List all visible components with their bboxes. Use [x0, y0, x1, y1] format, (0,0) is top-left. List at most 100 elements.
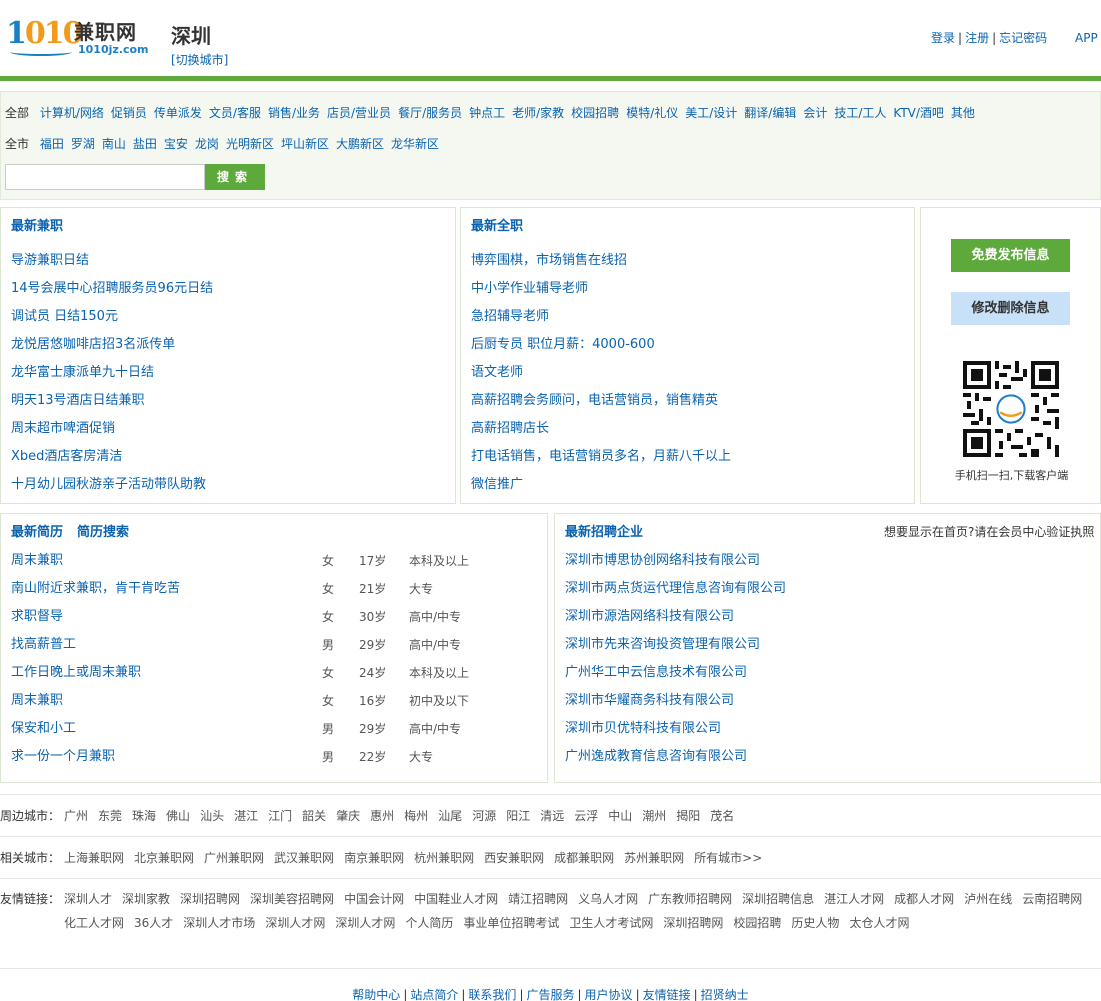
- district-link[interactable]: 龙华新区: [391, 137, 439, 151]
- company-link[interactable]: 深圳市两点货运代理信息咨询有限公司: [565, 575, 786, 603]
- related-city-link[interactable]: 杭州兼职网: [414, 846, 474, 870]
- friend-link[interactable]: 深圳招聘信息: [742, 887, 814, 911]
- category-link[interactable]: 销售/业务: [268, 106, 320, 120]
- fulltime-job-link[interactable]: 打电话销售，电话营销员多名，月薪八千以上: [471, 443, 731, 471]
- nearby-city-link[interactable]: 中山: [608, 804, 632, 828]
- district-link[interactable]: 南山: [102, 137, 126, 151]
- district-link[interactable]: 龙岗: [195, 137, 219, 151]
- fulltime-job-link[interactable]: 博弈围棋，市场销售在线招: [471, 247, 731, 275]
- nearby-city-link[interactable]: 茂名: [710, 804, 734, 828]
- category-link[interactable]: 校园招聘: [571, 106, 619, 120]
- category-link[interactable]: 老师/家教: [512, 106, 564, 120]
- resume-title-link[interactable]: 周末兼职: [11, 687, 63, 715]
- friend-link[interactable]: 深圳人才网: [335, 911, 395, 935]
- fulltime-job-link[interactable]: 高薪招聘会务顾问，电话营销员，销售精英: [471, 387, 731, 415]
- company-link[interactable]: 深圳市源浩网络科技有限公司: [565, 603, 786, 631]
- friend-link[interactable]: 泸州在线: [964, 887, 1012, 911]
- related-city-link[interactable]: 西安兼职网: [484, 846, 544, 870]
- related-city-link[interactable]: 南京兼职网: [344, 846, 404, 870]
- site-logo[interactable]: 1010 兼职网 1010jz.com: [6, 18, 156, 58]
- district-all[interactable]: 全市: [5, 137, 29, 151]
- friend-link[interactable]: 成都人才网: [894, 887, 954, 911]
- forgot-password-link[interactable]: 忘记密码: [999, 31, 1047, 45]
- district-link[interactable]: 罗湖: [71, 137, 95, 151]
- bottom-nav-link[interactable]: 招贤纳士: [701, 988, 749, 1001]
- parttime-job-link[interactable]: 十月幼儿园秋游亲子活动带队助教: [11, 471, 213, 499]
- friend-link[interactable]: 36人才: [134, 911, 173, 935]
- switch-city-link[interactable]: [切换城市]: [171, 53, 228, 67]
- friend-link[interactable]: 个人简历: [405, 911, 453, 935]
- friend-link[interactable]: 中国会计网: [344, 887, 404, 911]
- company-link[interactable]: 深圳市华耀商务科技有限公司: [565, 687, 786, 715]
- friend-link[interactable]: 化工人才网: [64, 911, 124, 935]
- parttime-job-link[interactable]: Xbed酒店客房清洁: [11, 443, 213, 471]
- friend-link[interactable]: 深圳家教: [122, 887, 170, 911]
- parttime-job-link[interactable]: 龙华富士康派单九十日结: [11, 359, 213, 387]
- nearby-city-link[interactable]: 揭阳: [676, 804, 700, 828]
- company-link[interactable]: 广州华工中云信息技术有限公司: [565, 659, 786, 687]
- company-link[interactable]: 深圳市博思协创网络科技有限公司: [565, 547, 786, 575]
- fulltime-job-link[interactable]: 微信推广: [471, 471, 731, 499]
- friend-link[interactable]: 深圳人才: [64, 887, 112, 911]
- nearby-city-link[interactable]: 珠海: [132, 804, 156, 828]
- related-city-link[interactable]: 苏州兼职网: [624, 846, 684, 870]
- company-link[interactable]: 深圳市贝优特科技有限公司: [565, 715, 786, 743]
- district-link[interactable]: 宝安: [164, 137, 188, 151]
- nearby-city-link[interactable]: 广州: [64, 804, 88, 828]
- resume-title-link[interactable]: 周末兼职: [11, 547, 63, 575]
- bottom-nav-link[interactable]: 帮助中心: [352, 988, 400, 1001]
- friend-link[interactable]: 历史人物: [791, 911, 839, 935]
- nearby-city-link[interactable]: 肇庆: [336, 804, 360, 828]
- bottom-nav-link[interactable]: 广告服务: [526, 988, 574, 1001]
- nearby-city-link[interactable]: 湛江: [234, 804, 258, 828]
- category-link[interactable]: 其他: [951, 106, 975, 120]
- parttime-job-link[interactable]: 导游兼职日结: [11, 247, 213, 275]
- friend-link[interactable]: 深圳人才市场: [183, 911, 255, 935]
- friend-link[interactable]: 湛江人才网: [824, 887, 884, 911]
- search-button[interactable]: 搜索: [205, 164, 265, 190]
- login-link[interactable]: 登录: [931, 31, 955, 45]
- resume-title-link[interactable]: 求一份一个月兼职: [11, 743, 115, 771]
- district-link[interactable]: 坪山新区: [281, 137, 329, 151]
- related-city-link[interactable]: 广州兼职网: [204, 846, 264, 870]
- category-link[interactable]: 技工/工人: [834, 106, 886, 120]
- nearby-city-link[interactable]: 东莞: [98, 804, 122, 828]
- category-link[interactable]: 模特/礼仪: [626, 106, 678, 120]
- latest-resumes-link[interactable]: 最新简历: [11, 525, 63, 540]
- fulltime-job-link[interactable]: 语文老师: [471, 359, 731, 387]
- nearby-city-link[interactable]: 江门: [268, 804, 292, 828]
- nearby-city-link[interactable]: 潮州: [642, 804, 666, 828]
- related-city-link[interactable]: 北京兼职网: [134, 846, 194, 870]
- nearby-city-link[interactable]: 阳江: [506, 804, 530, 828]
- category-link[interactable]: KTV/酒吧: [893, 106, 944, 120]
- bottom-nav-link[interactable]: 友情链接: [643, 988, 691, 1001]
- nearby-city-link[interactable]: 佛山: [166, 804, 190, 828]
- fulltime-job-link[interactable]: 后厨专员 职位月薪：4000-600: [471, 331, 731, 359]
- category-link[interactable]: 钟点工: [469, 106, 505, 120]
- friend-link[interactable]: 靖江招聘网: [508, 887, 568, 911]
- friend-link[interactable]: 深圳招聘网: [663, 911, 723, 935]
- nearby-city-link[interactable]: 云浮: [574, 804, 598, 828]
- register-link[interactable]: 注册: [965, 31, 989, 45]
- fulltime-job-link[interactable]: 高薪招聘店长: [471, 415, 731, 443]
- fulltime-job-link[interactable]: 中小学作业辅导老师: [471, 275, 731, 303]
- search-input[interactable]: [5, 164, 205, 190]
- friend-link[interactable]: 深圳招聘网: [180, 887, 240, 911]
- related-city-link[interactable]: 武汉兼职网: [274, 846, 334, 870]
- company-link[interactable]: 广州逸成教育信息咨询有限公司: [565, 743, 786, 771]
- app-link[interactable]: APP: [1075, 31, 1098, 45]
- resume-title-link[interactable]: 求职督导: [11, 603, 63, 631]
- friend-link[interactable]: 义乌人才网: [578, 887, 638, 911]
- category-link[interactable]: 促销员: [111, 106, 147, 120]
- friend-link[interactable]: 云南招聘网: [1022, 887, 1082, 911]
- nearby-city-link[interactable]: 清远: [540, 804, 564, 828]
- parttime-job-link[interactable]: 周末超市啤酒促销: [11, 415, 213, 443]
- category-link[interactable]: 餐厅/服务员: [398, 106, 462, 120]
- parttime-job-link[interactable]: 明天13号酒店日结兼职: [11, 387, 213, 415]
- friend-link[interactable]: 太仓人才网: [849, 911, 909, 935]
- nearby-city-link[interactable]: 汕头: [200, 804, 224, 828]
- nearby-city-link[interactable]: 韶关: [302, 804, 326, 828]
- friend-link[interactable]: 广东教师招聘网: [648, 887, 732, 911]
- resume-title-link[interactable]: 保安和小工: [11, 715, 76, 743]
- category-link[interactable]: 美工/设计: [685, 106, 737, 120]
